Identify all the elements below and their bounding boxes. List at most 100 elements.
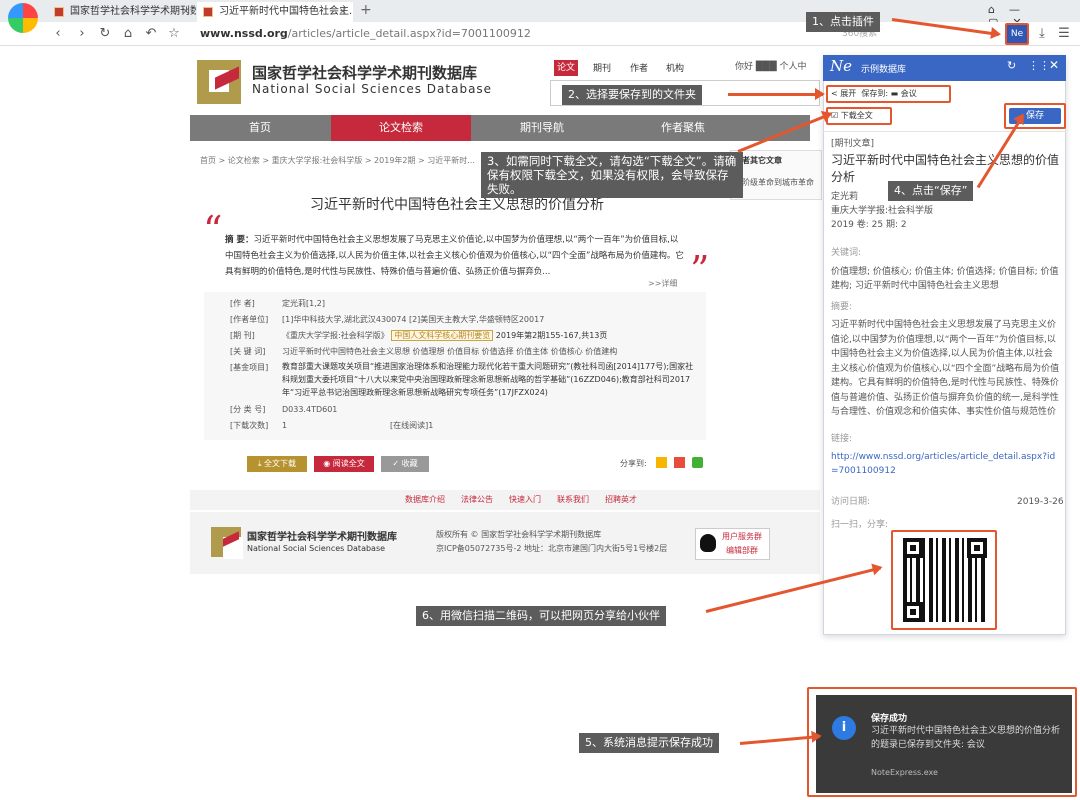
meta-value: 1 — [428, 421, 434, 430]
share-label: 分享到: — [620, 459, 647, 468]
search-tab-org[interactable]: 机构 — [666, 61, 684, 74]
collect-button[interactable]: ✓ 收藏 — [381, 456, 429, 472]
star-icon[interactable]: ☆ — [166, 22, 182, 46]
folder-name: 会议 — [900, 89, 917, 98]
back-icon[interactable]: ‹ — [50, 22, 66, 46]
meta-value[interactable]: 习近平新时代中国特色社会主义思想 价值理想 价值目标 价值选择 价值主体 价值核… — [282, 347, 617, 356]
date-label: 访问日期: — [831, 497, 871, 507]
footer-link[interactable]: 联系我们 — [557, 495, 589, 504]
meta-value: [1]华中科技大学,湖北武汉430074 [2]美国天主教大学,华盛顿特区200… — [282, 315, 545, 324]
qq-user-group[interactable]: 用户服务群 — [722, 531, 762, 542]
tab-label: 习近平新时代中国特色社会主... — [219, 6, 353, 17]
callout-step-5: 5、系统消息提示保存成功 — [579, 733, 719, 753]
panel-title: 示例数据库 — [861, 65, 907, 75]
info-icon: i — [832, 716, 856, 740]
keywords: 价值理想; 价值核心; 价值主体; 价值选择; 价值目标; 价值建构; 习近平新… — [831, 267, 1059, 291]
meta-value[interactable]: 《重庆大学学报:社会科学版》 — [282, 331, 389, 340]
nav-author[interactable]: 作者聚焦 — [613, 115, 753, 141]
footer-link[interactable]: 法律公告 — [461, 495, 493, 504]
meta-label: [在线阅读] — [390, 421, 429, 430]
share-weibo-icon[interactable] — [674, 457, 685, 468]
quote-close-icon: ” — [690, 248, 710, 292]
tab-article[interactable]: 习近平新时代中国特色社会主... × — [197, 2, 353, 22]
link-label: 链接: — [831, 434, 853, 444]
qr-corner — [967, 538, 987, 558]
meta-value: 教育部重大课题攻关项目“推进国家治理体系和治理能力现代化若干重大问题研究”(教社… — [282, 362, 694, 397]
breadcrumb[interactable]: 首页 > 论文检索 > 重庆大学学报:社会科学版 > 2019年2期 > 习近平… — [200, 155, 485, 166]
ref-journal: 重庆大学学报:社会科学版 — [831, 206, 934, 216]
callout-step-2: 2、选择要保存到的文件夹 — [562, 85, 702, 105]
site-logo — [197, 60, 241, 104]
nav-journal[interactable]: 期刊导航 — [472, 115, 612, 141]
undo-icon[interactable]: ↶ — [143, 22, 159, 46]
save-button[interactable]: 保存 — [1004, 103, 1066, 129]
abstract-label: 摘 要： — [225, 235, 254, 245]
callout-step-4: 4、点击“保存” — [888, 181, 974, 201]
meta-label: [期 刊] — [230, 331, 255, 340]
scan-label: 扫一扫，分享: — [831, 520, 889, 530]
abstract-label: 摘要: — [831, 302, 853, 312]
site-title-cn: 国家哲学社会科学学术期刊数据库 — [252, 64, 478, 82]
close-icon[interactable]: × — [339, 2, 347, 22]
search-tab-author[interactable]: 作者 — [630, 61, 648, 74]
new-tab-button[interactable]: + — [360, 2, 372, 18]
panel-close-icon[interactable]: ✕ — [1049, 58, 1059, 72]
more-link[interactable]: >>详细 — [648, 278, 677, 289]
close-icon[interactable]: × — [182, 2, 190, 22]
home-icon[interactable]: ⌂ — [120, 22, 136, 46]
refresh-icon[interactable]: ↻ — [1007, 59, 1016, 72]
footer-link[interactable]: 快速入门 — [509, 495, 541, 504]
search-tab-journal[interactable]: 期刊 — [593, 61, 611, 74]
footer-title-en: National Social Sciences Database — [247, 544, 386, 553]
url-path: /articles/article_detail.aspx?id=7001100… — [287, 27, 531, 40]
grid-icon[interactable]: ⋮⋮ — [1028, 59, 1050, 72]
url-domain: www.nssd.org — [200, 27, 288, 40]
qq-icon — [700, 534, 716, 552]
meta-extra: 2019年第2期155-167,共13页 — [495, 331, 608, 340]
browser-logo[interactable] — [8, 3, 38, 33]
tab-label: 国家哲学社会科学学术期刊数... — [70, 6, 196, 17]
expand-toggle[interactable]: < 展开 — [831, 89, 856, 98]
quote-open-icon: “ — [203, 208, 223, 252]
panel-divider — [823, 131, 1066, 132]
meta-row-unit: [作者单位] [1]华中科技大学,湖北武汉430074 [2]美国天主教大学,华盛… — [230, 312, 700, 328]
folder-selector[interactable]: < 展开 保存到: ▬ 会议 — [826, 85, 951, 103]
meta-value[interactable]: 定光莉[1,2] — [282, 299, 325, 308]
search-tab-paper[interactable]: 论文 — [554, 60, 578, 76]
meta-label: [作 者] — [230, 299, 255, 308]
nav-home[interactable]: 首页 — [190, 115, 330, 141]
menu-icon[interactable]: ☰ — [1057, 22, 1071, 46]
share-qzone-icon[interactable] — [656, 457, 667, 468]
arrow-step-2 — [728, 88, 825, 100]
toast-title: 保存成功 — [871, 714, 908, 724]
meta-row-author: [作 者] 定光莉[1,2] — [230, 296, 700, 312]
footer-link[interactable]: 数据库介绍 — [405, 495, 445, 504]
keywords-label: 关键词: — [831, 248, 862, 258]
footer-icp: 京ICP备05072735号-2 地址：北京市建国门内大街5号1号楼2层 — [436, 544, 668, 553]
button-label: 阅读全文 — [332, 459, 365, 468]
footer-link[interactable]: 招聘英才 — [605, 495, 637, 504]
meta-label: [基金项目] — [230, 363, 269, 372]
ref-year: 2019 卷: 25 期: 2 — [831, 220, 907, 230]
save-to-label: 保存到: — [861, 89, 889, 98]
abstract-text: 习近平新时代中国特色社会主义思想发展了马克思主义价值论,以中国梦为价值理想,以“… — [225, 235, 684, 277]
tab-nssd-home[interactable]: 国家哲学社会科学学术期刊数... × — [48, 2, 196, 22]
share-wechat-icon[interactable] — [692, 457, 703, 468]
footer-links: 数据库介绍 法律公告 快速入门 联系我们 招聘英才 — [405, 494, 637, 505]
download-fulltext-button[interactable]: ⤓ 全文下载 — [247, 456, 307, 472]
url-input[interactable]: www.nssd.org/articles/article_detail.asp… — [200, 22, 531, 46]
plugin-button[interactable]: Ne — [1005, 23, 1029, 45]
forward-icon[interactable]: › — [74, 22, 90, 46]
ref-author: 定光莉 — [831, 192, 859, 202]
read-fulltext-button[interactable]: ◉ 阅读全文 — [314, 456, 374, 472]
download-fulltext-toggle[interactable]: ☑ 下载全文 — [826, 107, 892, 125]
qq-editor-group[interactable]: 编辑部群 — [726, 545, 758, 556]
related-article-item[interactable]: 从阶级革命到城市革命 — [734, 177, 822, 188]
ref-link[interactable]: http://www.nssd.org/articles/article_det… — [831, 450, 1059, 478]
download-icon[interactable]: ⤓ — [1035, 22, 1049, 46]
nav-paper-search[interactable]: 论文检索 — [331, 115, 471, 141]
callout-step-3: 3、如需同时下载全文，请勾选“下载全文”。请确保有权限下载全文，如果没有权限，会… — [481, 152, 743, 198]
reload-icon[interactable]: ↻ — [97, 22, 113, 46]
meta-value: 1 — [282, 421, 288, 430]
meta-value: D033.4TD601 — [282, 405, 338, 414]
